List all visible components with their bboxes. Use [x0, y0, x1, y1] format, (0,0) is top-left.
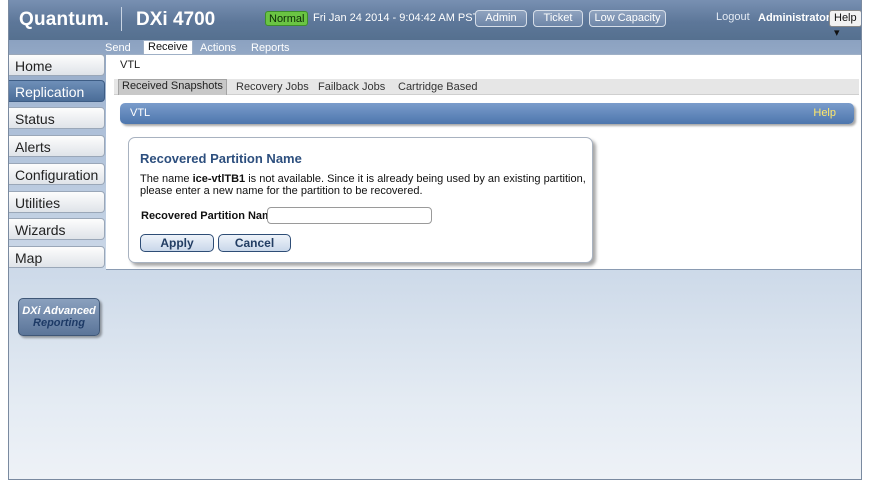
- nav-status[interactable]: Status: [9, 107, 105, 129]
- tab-recovery-jobs[interactable]: Recovery Jobs: [236, 81, 309, 93]
- partition-name-input[interactable]: [267, 207, 432, 224]
- nav-configuration[interactable]: Configuration: [9, 163, 105, 185]
- status-badge[interactable]: Normal: [265, 11, 309, 26]
- product-name: DXi 4700: [136, 9, 216, 30]
- logout-link[interactable]: Logout: [716, 11, 750, 23]
- section-help-link[interactable]: Help: [813, 107, 836, 119]
- nav-alerts[interactable]: Alerts: [9, 135, 105, 157]
- nav-wizards[interactable]: Wizards: [9, 218, 105, 240]
- dialog-title: Recovered Partition Name: [140, 151, 302, 166]
- tab-failback-jobs[interactable]: Failback Jobs: [318, 81, 385, 93]
- header-bar: Quantum. DXi 4700 Normal Fri Jan 24 2014…: [9, 0, 861, 40]
- current-user: Administrator: [758, 12, 831, 24]
- cancel-button[interactable]: Cancel: [218, 234, 291, 252]
- message-prefix: The name: [140, 173, 193, 185]
- ticket-button[interactable]: Ticket: [533, 10, 583, 27]
- recovered-partition-dialog: Recovered Partition Name The name ice-vt…: [128, 137, 593, 263]
- help-menu-button[interactable]: Help ▾: [829, 10, 861, 39]
- app-frame: Quantum. DXi 4700 Normal Fri Jan 24 2014…: [8, 0, 862, 480]
- dxi-advanced-reporting-button[interactable]: DXi Advanced Reporting: [18, 298, 100, 336]
- system-datetime: Fri Jan 24 2014 - 9:04:42 AM PST: [313, 12, 480, 24]
- dxi-reporting-line2: Reporting: [33, 317, 85, 329]
- logo-divider: [121, 7, 122, 31]
- nav-home[interactable]: Home: [9, 54, 105, 76]
- dialog-message: The name ice-vtlTB1 is not available. Si…: [140, 173, 590, 197]
- subnav-receive[interactable]: Receive: [143, 40, 193, 55]
- subnav-send[interactable]: Send: [105, 42, 131, 54]
- tab-cartridge-based[interactable]: Cartridge Based: [398, 81, 478, 93]
- section-header: VTL Help: [120, 103, 854, 124]
- section-title: VTL: [130, 107, 151, 119]
- nav-replication[interactable]: Replication: [9, 80, 105, 102]
- receive-tabs: Received Snapshots Recovery Jobs Failbac…: [114, 79, 859, 95]
- nav-map[interactable]: Map: [9, 246, 105, 268]
- subnav-actions[interactable]: Actions: [200, 42, 236, 54]
- partition-name: ice-vtlTB1: [192, 173, 246, 185]
- dxi-reporting-line1: DXi Advanced: [22, 305, 96, 317]
- admin-button[interactable]: Admin: [475, 10, 527, 27]
- apply-button[interactable]: Apply: [140, 234, 214, 252]
- subnav-reports[interactable]: Reports: [251, 42, 290, 54]
- breadcrumb: VTL: [120, 59, 141, 71]
- quantum-logo: Quantum.: [19, 9, 110, 30]
- content-panel: VTL Received Snapshots Recovery Jobs Fai…: [106, 54, 861, 270]
- low-capacity-button[interactable]: Low Capacity: [589, 10, 666, 27]
- nav-utilities[interactable]: Utilities: [9, 191, 105, 213]
- partition-name-label: Recovered Partition Name: [141, 210, 278, 222]
- tab-received-snapshots[interactable]: Received Snapshots: [118, 79, 227, 95]
